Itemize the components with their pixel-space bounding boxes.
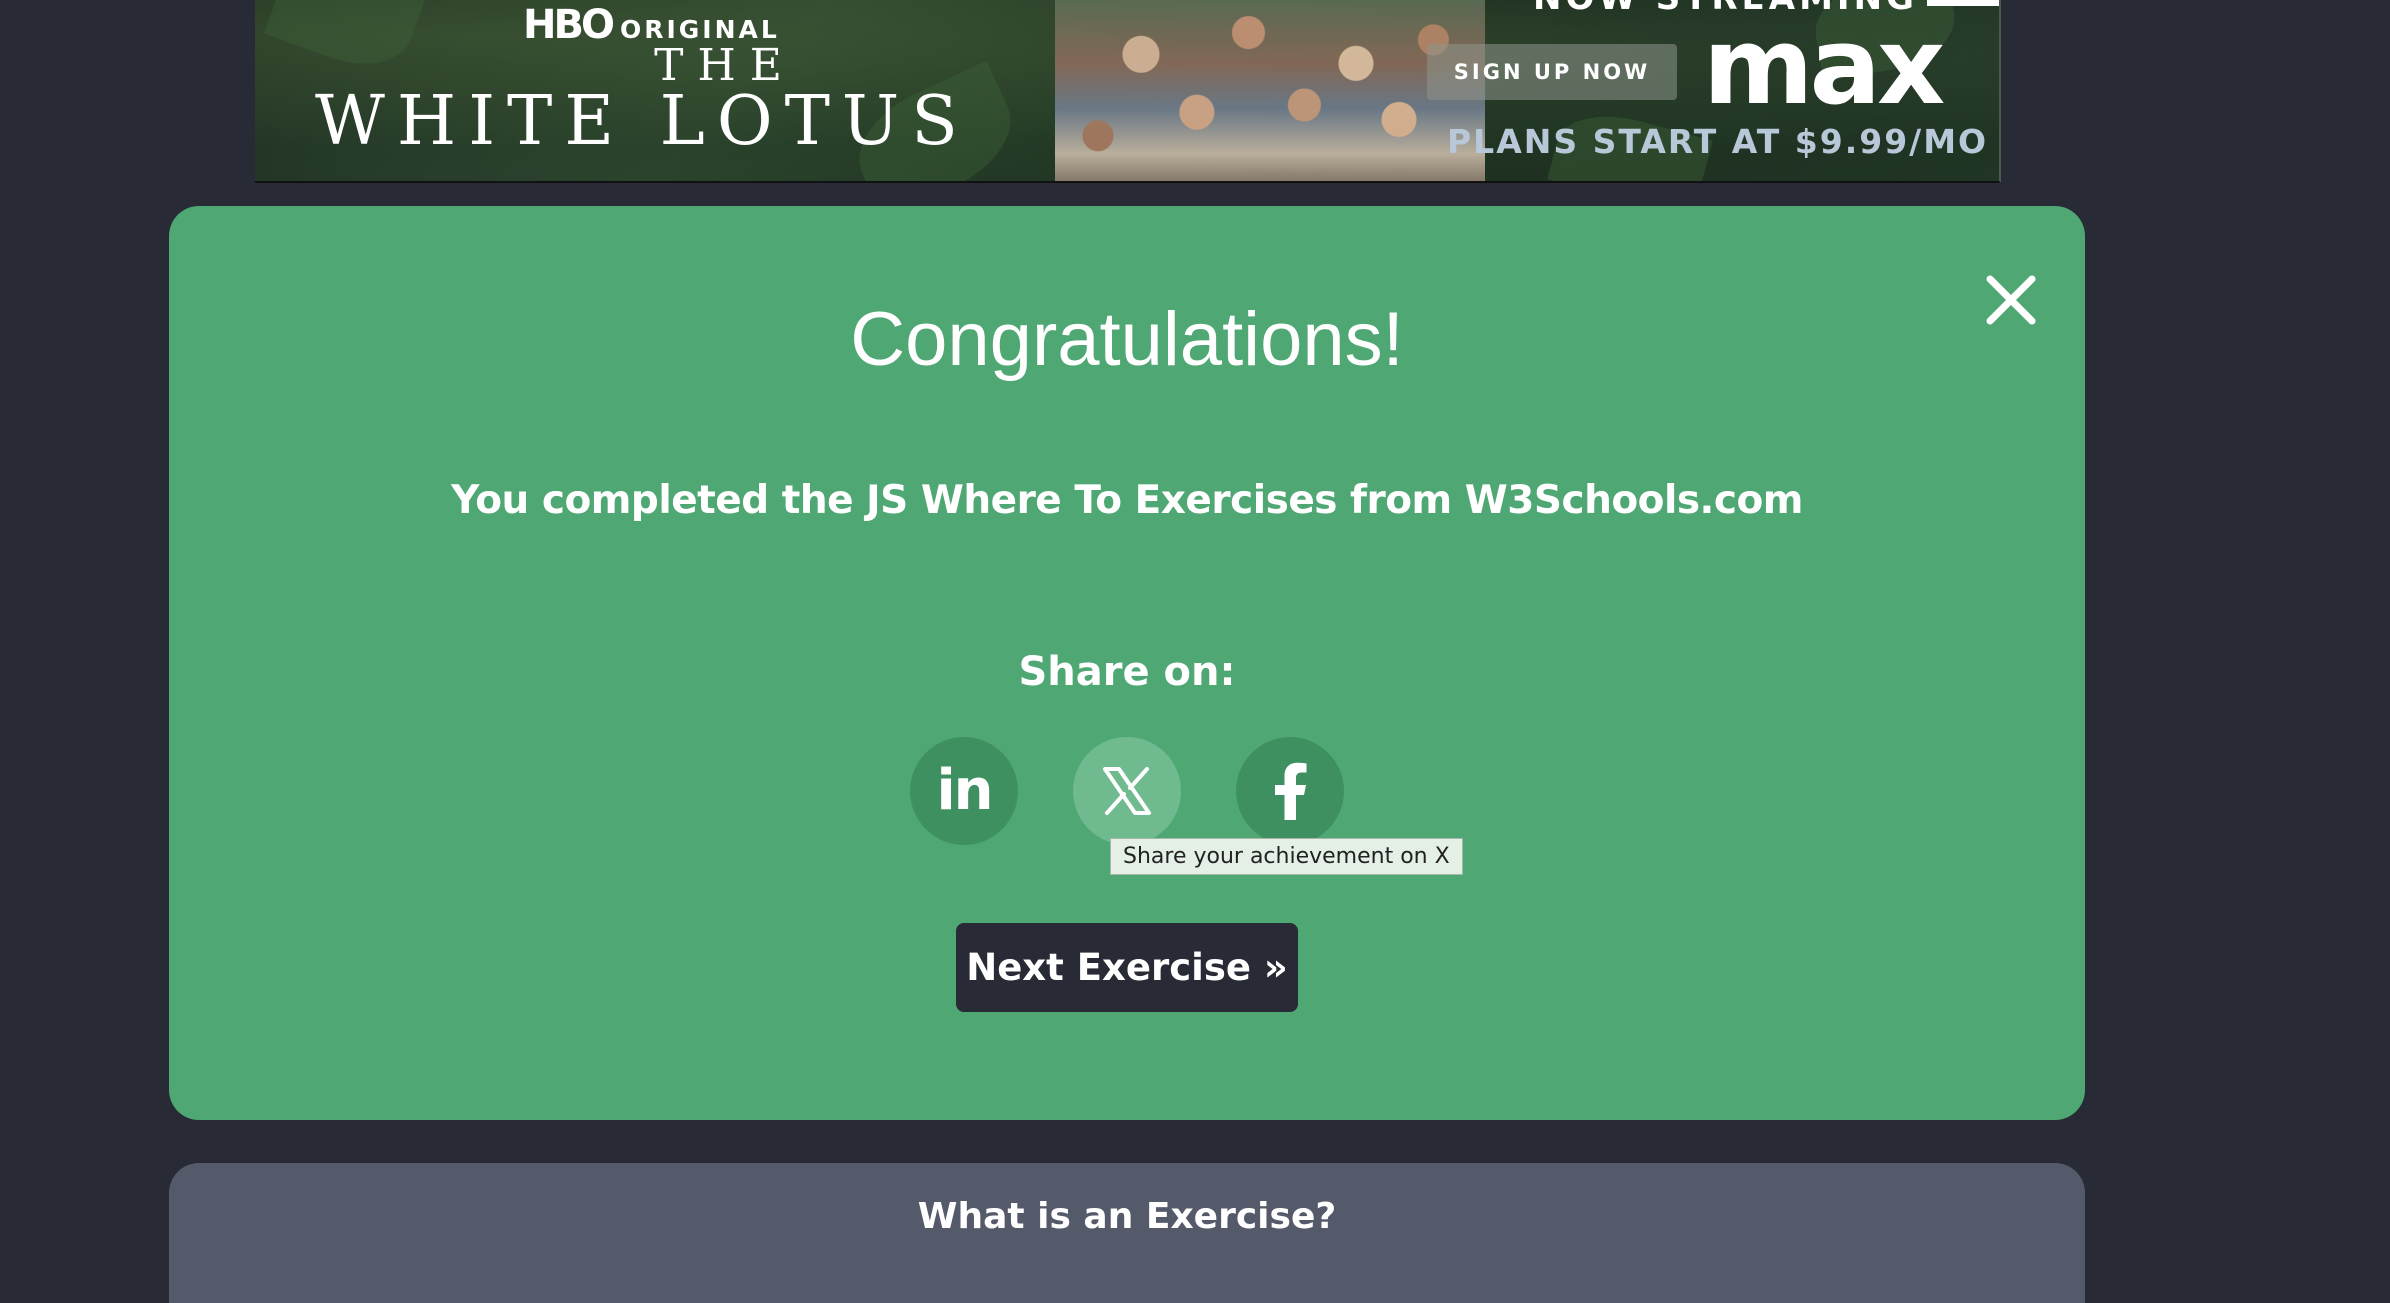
linkedin-icon: in — [936, 758, 993, 823]
share-tooltip: Share your achievement on X — [1110, 838, 1463, 875]
congratulations-modal: Congratulations! You completed the JS Wh… — [169, 206, 2085, 1120]
ad-banner[interactable]: HBO ORIGINAL THE WHITE LOTUS NOW STREAMI… — [255, 0, 2001, 183]
next-exercise-button[interactable]: Next Exercise » — [956, 923, 1298, 1012]
ad-show-title: WHITE LOTUS — [315, 82, 970, 161]
share-label: Share on: — [1018, 649, 1236, 695]
info-title: What is an Exercise? — [917, 1196, 1337, 1237]
share-x-button[interactable] — [1073, 737, 1181, 845]
share-linkedin-button[interactable]: in — [910, 737, 1018, 845]
facebook-icon — [1275, 762, 1307, 820]
ad-cast-photo — [1055, 0, 1485, 181]
x-icon — [1103, 767, 1151, 815]
exercise-info-panel: What is an Exercise? — [169, 1163, 2085, 1303]
modal-title: Congratulations! — [850, 297, 1404, 382]
ad-leaf-decoration — [263, 0, 427, 82]
share-facebook-button[interactable] — [1236, 737, 1344, 845]
share-buttons: in — [910, 737, 1344, 845]
ad-plans-text: PLANS START AT $9.99/MO — [1447, 122, 1989, 161]
max-logo: max — [1703, 5, 1945, 128]
completion-message: You completed the JS Where To Exercises … — [451, 478, 1803, 523]
ad-signup-button[interactable]: SIGN UP NOW — [1427, 44, 1677, 100]
